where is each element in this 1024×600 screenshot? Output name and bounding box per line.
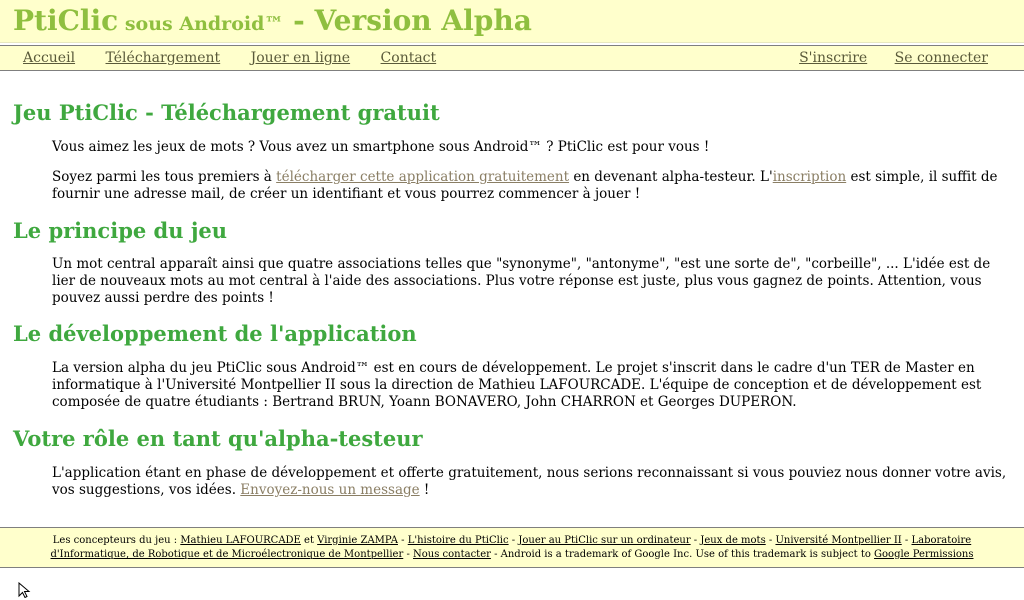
mouse-pointer-icon bbox=[18, 582, 31, 598]
footer-separator: - bbox=[690, 535, 701, 546]
footer-link-jeux-de-mots[interactable]: Jeux de mots bbox=[700, 535, 765, 546]
paragraph-download: Soyez parmi les tous premiers à téléchar… bbox=[52, 169, 1014, 203]
footer-link-zampa[interactable]: Virginie ZAMPA bbox=[317, 535, 398, 546]
paragraph-intro: Vous aimez les jeux de mots ? Vous avez … bbox=[52, 139, 710, 155]
nav-bar: Accueil Téléchargement Jouer en ligne Co… bbox=[0, 45, 1024, 71]
paragraph-developpement: La version alpha du jeu PtiClic sous And… bbox=[52, 360, 982, 410]
paragraph-alpha-text-1: L'application étant en phase de développ… bbox=[52, 465, 1007, 498]
section-title-principe: Le principe du jeu bbox=[13, 218, 228, 243]
footer-separator: - bbox=[508, 535, 519, 546]
footer-link-universite[interactable]: Université Montpellier II bbox=[775, 535, 901, 546]
footer-link-lafourcade[interactable]: Mathieu LAFOURCADE bbox=[180, 535, 301, 546]
nav-link-telechargement[interactable]: Téléchargement bbox=[106, 50, 221, 66]
footer-separator: - bbox=[403, 549, 414, 560]
footer-link-jouer-ordinateur[interactable]: Jouer au PtiClic sur un ordinateur bbox=[518, 535, 690, 546]
paragraph-download-text-1: Soyez parmi les tous premiers à bbox=[52, 169, 277, 185]
footer-link-nous-contacter[interactable]: Nous contacter bbox=[413, 549, 491, 560]
footer-text-et: et bbox=[300, 535, 318, 546]
footer-separator: - bbox=[397, 535, 408, 546]
nav-link-se-connecter[interactable]: Se connecter bbox=[895, 50, 988, 66]
nav-link-sinscrire[interactable]: S'inscrire bbox=[799, 50, 867, 66]
nav-link-contact[interactable]: Contact bbox=[381, 50, 437, 66]
site-title: PtiClic sous Android™ - Version Alpha bbox=[13, 4, 532, 37]
section-title-telechargement: Jeu PtiClic - Téléchargement gratuit bbox=[13, 100, 440, 125]
section-title-alpha-testeur: Votre rôle en tant qu'alpha-testeur bbox=[13, 426, 423, 451]
paragraph-alpha-text-2: ! bbox=[419, 482, 430, 498]
contact-message-link[interactable]: Envoyez-nous un message bbox=[240, 482, 419, 498]
paragraph-download-text-2: en devenant alpha-testeur. L' bbox=[569, 169, 773, 185]
footer-text-trademark: - Android is a trademark of Google Inc. … bbox=[490, 549, 875, 560]
download-link[interactable]: télécharger cette application gratuiteme… bbox=[276, 169, 569, 185]
inscription-link[interactable]: inscription bbox=[773, 169, 846, 185]
site-footer: Les concepteurs du jeu : Mathieu LAFOURC… bbox=[0, 527, 1024, 568]
footer-separator: - bbox=[901, 535, 912, 546]
footer-separator: - bbox=[765, 535, 776, 546]
site-title-main: PtiClic bbox=[13, 4, 119, 37]
nav-left: Accueil Téléchargement Jouer en ligne Co… bbox=[23, 50, 462, 66]
site-title-version: - Version Alpha bbox=[283, 4, 532, 37]
nav-right: S'inscrire Se connecter bbox=[776, 50, 988, 66]
nav-link-jouer-en-ligne[interactable]: Jouer en ligne bbox=[251, 50, 350, 66]
site-title-platform: sous Android™ bbox=[118, 13, 284, 35]
footer-text-concepteurs: Les concepteurs du jeu : bbox=[52, 535, 181, 546]
site-header: PtiClic sous Android™ - Version Alpha bbox=[0, 0, 1024, 43]
nav-link-accueil[interactable]: Accueil bbox=[23, 50, 75, 66]
footer-link-google-permissions[interactable]: Google Permissions bbox=[874, 549, 973, 560]
footer-link-histoire[interactable]: L'histoire du PtiClic bbox=[408, 535, 509, 546]
section-title-developpement: Le développement de l'application bbox=[13, 321, 417, 346]
paragraph-alpha-testeur: L'application étant en phase de développ… bbox=[52, 465, 1014, 499]
paragraph-principe: Un mot central apparaît ainsi que quatre… bbox=[52, 256, 991, 306]
